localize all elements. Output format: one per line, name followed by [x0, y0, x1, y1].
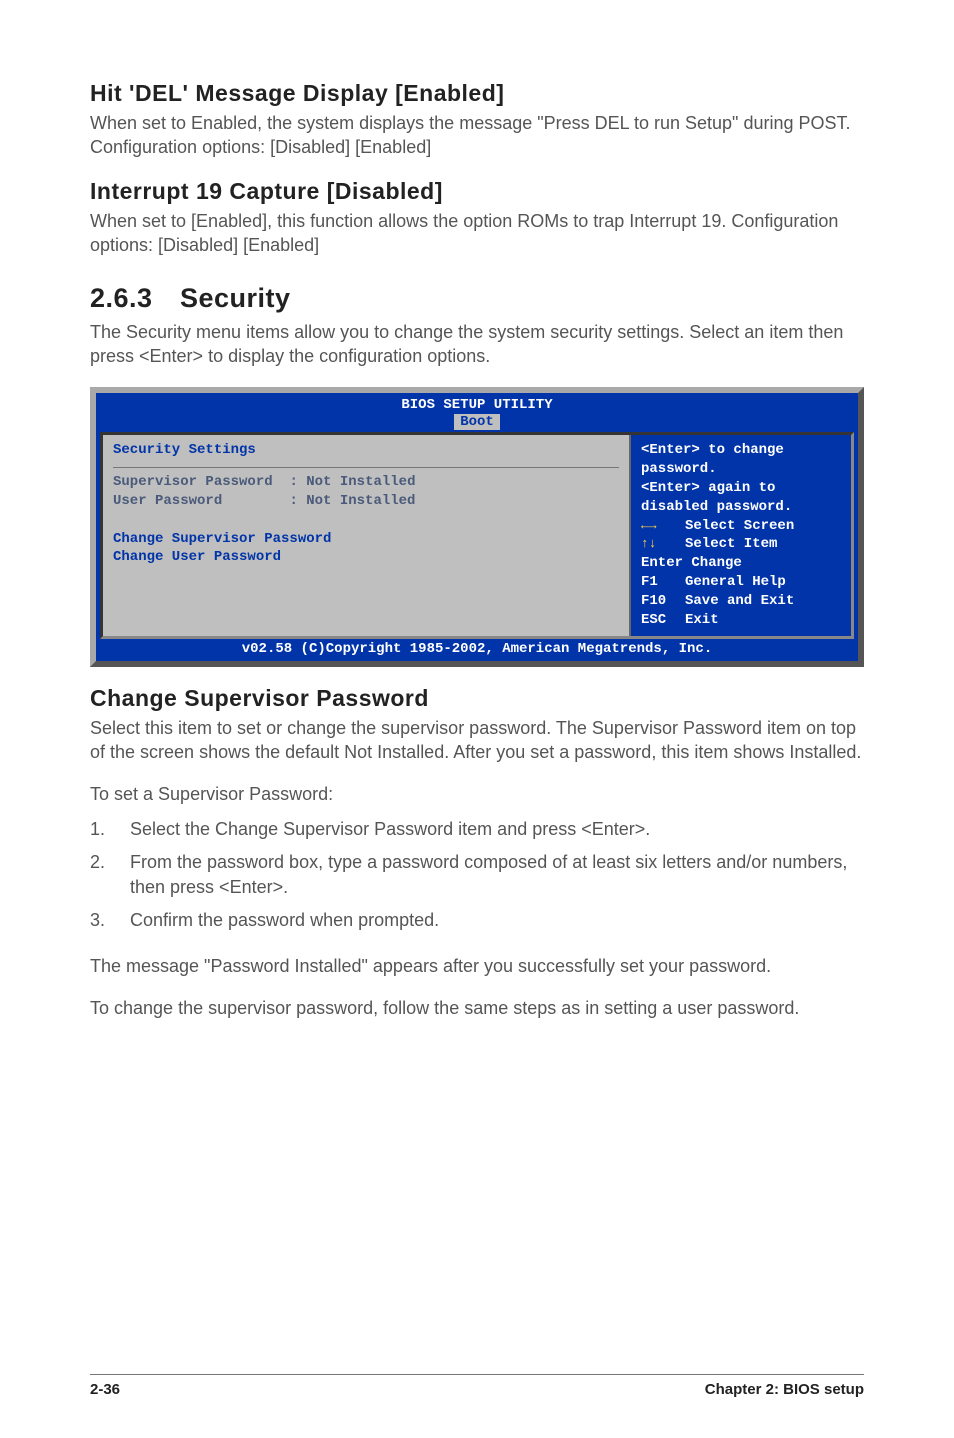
hint-line-4: disabled password.	[641, 498, 841, 517]
value-user-password: : Not Installed	[289, 493, 415, 509]
heading-interrupt: Interrupt 19 Capture [Disabled]	[90, 178, 864, 205]
bios-hint-top: <Enter> to change password. <Enter> agai…	[641, 441, 841, 517]
para-password-installed: The message "Password Installed" appears…	[90, 954, 864, 978]
step-2: 2. From the password box, type a password…	[90, 846, 864, 904]
bios-body: Security Settings Supervisor Password : …	[100, 432, 854, 639]
heading-security-section: 2.6.3Security	[90, 283, 864, 314]
step-3-num: 3.	[90, 908, 118, 933]
footer-chapter: Chapter 2: BIOS setup	[705, 1381, 864, 1398]
help-esc-text: Exit	[685, 612, 719, 628]
help-select-screen-text: Select Screen	[685, 518, 794, 534]
arrows-left-right-icon: ←→	[641, 517, 685, 535]
help-enter-change: Enter Change	[641, 554, 841, 573]
bios-right-pane: <Enter> to change password. <Enter> agai…	[631, 435, 851, 636]
help-select-screen: ←→Select Screen	[641, 517, 841, 536]
label-supervisor-password: Supervisor Password	[113, 474, 273, 490]
step-3: 3. Confirm the password when prompted.	[90, 904, 864, 937]
para-interrupt: When set to [Enabled], this function all…	[90, 209, 864, 258]
help-f1: F1General Help	[641, 573, 841, 592]
item-change-supervisor-password: Change Supervisor Password	[113, 530, 619, 549]
section-title: Security	[180, 283, 291, 313]
bios-footer: v02.58 (C)Copyright 1985-2002, American …	[96, 639, 858, 661]
help-esc: ESCExit	[641, 611, 841, 630]
step-2-text: From the password box, type a password c…	[130, 852, 847, 897]
heading-change-supervisor: Change Supervisor Password	[90, 685, 864, 712]
para-to-change: To change the supervisor password, follo…	[90, 996, 864, 1020]
para-change-supervisor: Select this item to set or change the su…	[90, 716, 864, 765]
bios-header: BIOS SETUP UTILITY Boot	[96, 393, 858, 432]
bios-title: BIOS SETUP UTILITY	[96, 397, 858, 413]
hint-line-1: <Enter> to change	[641, 441, 841, 460]
row-supervisor-password: Supervisor Password : Not Installed	[113, 473, 619, 492]
key-esc: ESC	[641, 611, 685, 630]
bios-nav-help: ←→Select Screen ↑↓Select Item Enter Chan…	[641, 517, 841, 630]
value-supervisor-password: : Not Installed	[289, 474, 415, 490]
hint-line-2: password.	[641, 460, 841, 479]
step-2-num: 2.	[90, 850, 118, 875]
step-1: 1. Select the Change Supervisor Password …	[90, 813, 864, 846]
bios-left-title: Security Settings	[113, 441, 619, 464]
para-security-intro: The Security menu items allow you to cha…	[90, 320, 864, 369]
bios-left-pane: Security Settings Supervisor Password : …	[103, 435, 631, 636]
item-change-user-password: Change User Password	[113, 548, 619, 567]
step-3-text: Confirm the password when prompted.	[130, 910, 439, 930]
key-f1: F1	[641, 573, 685, 592]
key-f10: F10	[641, 592, 685, 611]
help-f1-text: General Help	[685, 574, 786, 590]
bios-panel: BIOS SETUP UTILITY Boot Security Setting…	[90, 387, 864, 667]
step-1-num: 1.	[90, 817, 118, 842]
section-number: 2.6.3	[90, 283, 180, 314]
help-select-item: ↑↓Select Item	[641, 535, 841, 554]
label-user-password: User Password	[113, 493, 222, 509]
step-1-text: Select the Change Supervisor Password it…	[130, 819, 650, 839]
heading-hit-del: Hit 'DEL' Message Display [Enabled]	[90, 80, 864, 107]
steps-list: 1. Select the Change Supervisor Password …	[90, 813, 864, 938]
row-user-password: User Password : Not Installed	[113, 492, 619, 511]
hint-line-3: <Enter> again to	[641, 479, 841, 498]
bios-tab-boot: Boot	[454, 414, 500, 430]
help-select-item-text: Select Item	[685, 536, 777, 552]
help-f10-text: Save and Exit	[685, 593, 794, 609]
help-f10: F10Save and Exit	[641, 592, 841, 611]
para-to-set-supervisor: To set a Supervisor Password:	[90, 782, 864, 806]
divider	[113, 467, 619, 468]
page-footer: 2-36 Chapter 2: BIOS setup	[90, 1374, 864, 1398]
arrows-up-down-icon: ↑↓	[641, 535, 685, 553]
footer-page-number: 2-36	[90, 1381, 120, 1398]
para-hit-del: When set to Enabled, the system displays…	[90, 111, 864, 160]
